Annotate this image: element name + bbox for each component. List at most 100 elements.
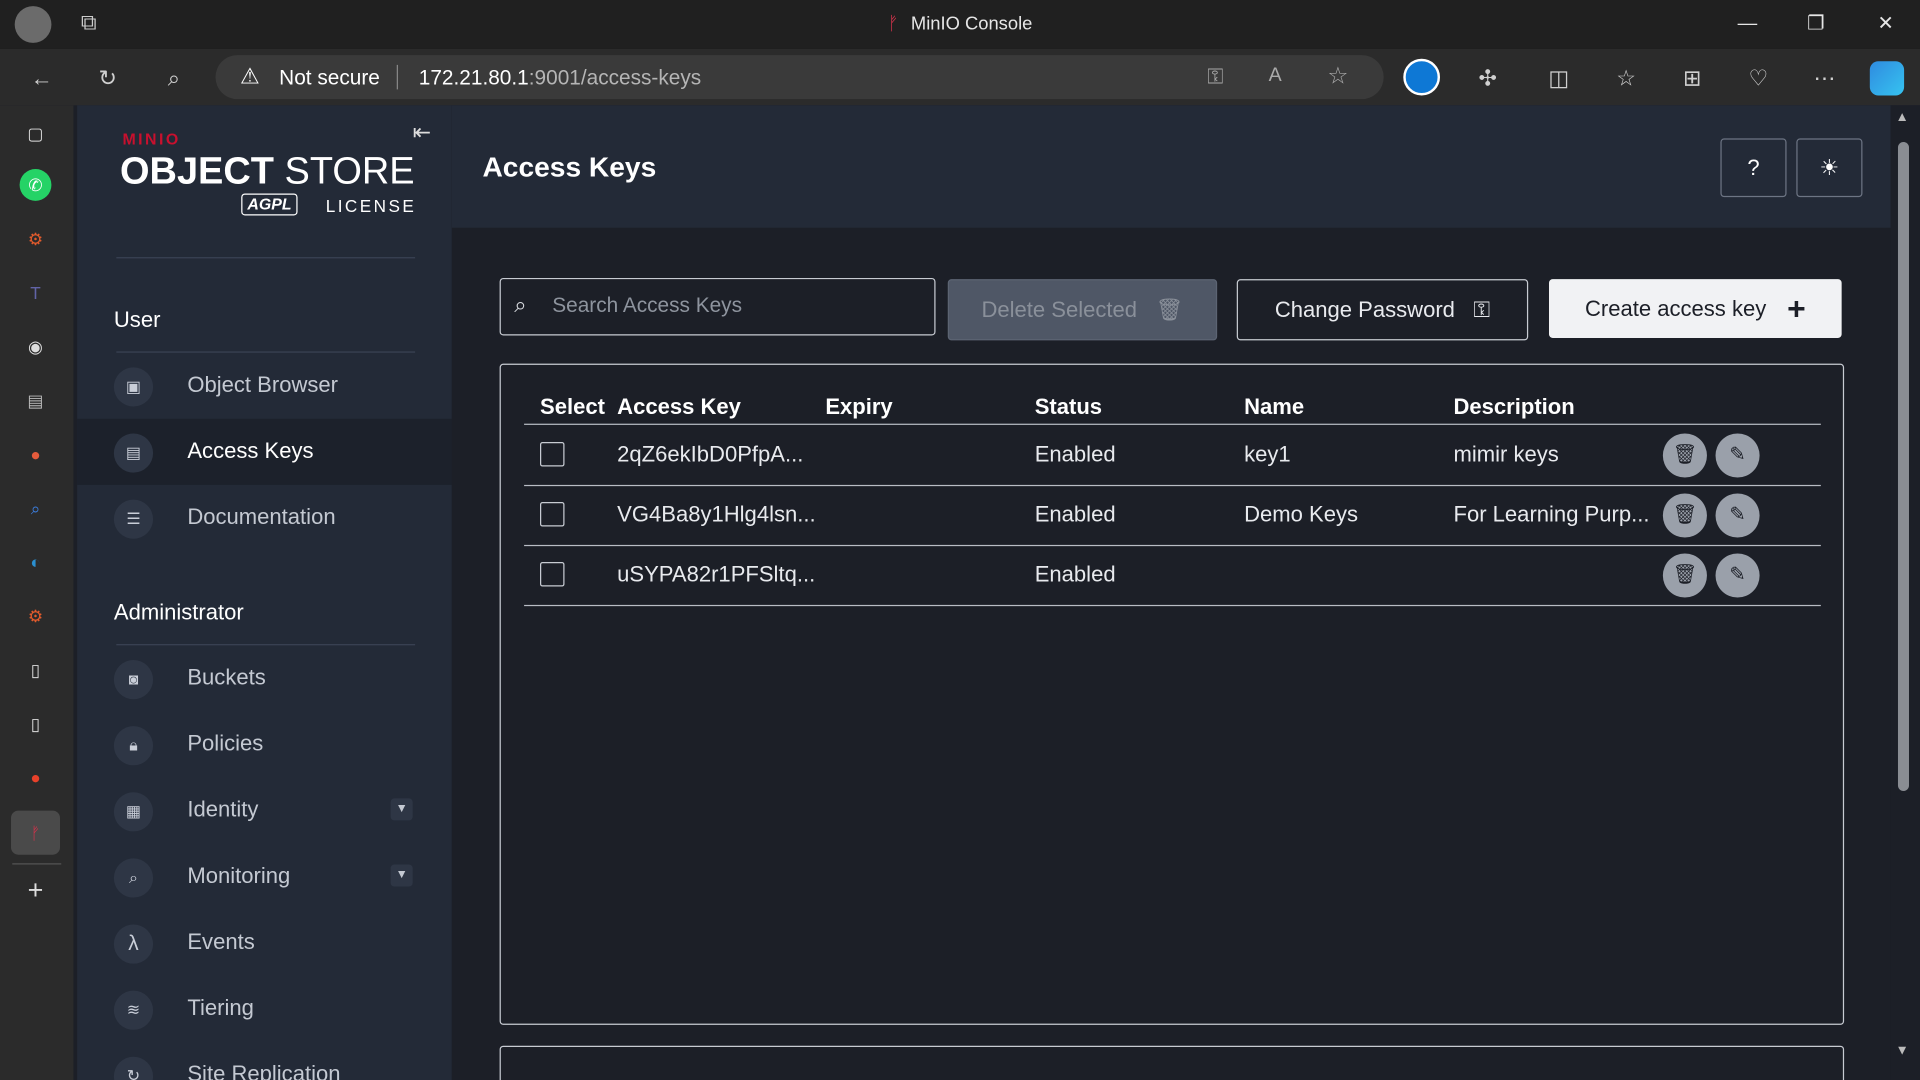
- row-checkbox[interactable]: [540, 502, 565, 527]
- window-title-bar: ⧉ ᚠ MinIO Console — ❐ ✕: [0, 0, 1920, 49]
- delete-row-button[interactable]: 🗑︎: [1662, 433, 1707, 478]
- tab-list-icon[interactable]: ▢: [20, 118, 52, 150]
- app-window-icon[interactable]: ▤: [20, 384, 52, 416]
- github-icon[interactable]: ◉: [20, 331, 52, 363]
- grafana-2-icon[interactable]: ⚙: [20, 600, 52, 632]
- password-key-icon[interactable]: ⚿: [1207, 65, 1223, 89]
- close-window-button[interactable]: ✕: [1859, 10, 1913, 39]
- sidebar-divider: [116, 257, 416, 259]
- address-divider: [396, 64, 398, 90]
- row-checkbox[interactable]: [540, 442, 565, 467]
- edit-row-button[interactable]: ✎: [1715, 433, 1760, 478]
- add-app-icon[interactable]: +: [20, 874, 52, 906]
- column-header-expiry[interactable]: Expiry: [825, 394, 892, 420]
- trash-icon: 🗑︎: [1155, 297, 1184, 323]
- read-aloud-icon[interactable]: A: [1269, 65, 1282, 87]
- restore-button[interactable]: ❐: [1789, 10, 1843, 39]
- browser-app-icon[interactable]: ◐: [20, 546, 52, 578]
- sidebar-item-monitoring[interactable]: ⌕ Monitoring ▼: [77, 844, 452, 910]
- sidebar-item-documentation[interactable]: ☰ Documentation: [77, 485, 452, 551]
- sidebar-item-identity[interactable]: ▦ Identity ▼: [77, 778, 452, 844]
- refresh-icon[interactable]: ↻: [91, 61, 125, 95]
- user-section-title: User: [113, 307, 161, 332]
- search-input[interactable]: [552, 279, 920, 332]
- browser-sidebar: ▢ ✆ ⚙ T ◉ ▤ ● ⌕ ◐ ⚙ ▯ ▯ ● ᚠ +: [0, 105, 74, 1080]
- scrollbar-thumb[interactable]: [1897, 142, 1909, 792]
- edit-row-button[interactable]: ✎: [1715, 493, 1760, 538]
- collapse-sidebar-icon[interactable]: ⇤: [413, 120, 431, 146]
- whatsapp-icon[interactable]: ✆: [19, 168, 52, 201]
- documentation-icon: ☰: [113, 499, 154, 539]
- policy-icon: 🔒︎: [113, 726, 154, 766]
- change-password-label: Change Password: [1274, 297, 1455, 323]
- column-header-description[interactable]: Description: [1453, 394, 1574, 420]
- create-access-key-button[interactable]: Create access key +: [1548, 279, 1842, 338]
- document-icon[interactable]: ▯: [20, 654, 52, 686]
- trash-icon: 🗑︎: [1672, 444, 1698, 466]
- sidebar-item-policies[interactable]: 🔒︎ Policies: [77, 711, 452, 777]
- copilot-icon[interactable]: [1869, 61, 1905, 96]
- sidebar-divider: [12, 863, 62, 865]
- secondary-panel: [499, 1045, 1845, 1080]
- sidebar-item-object-browser[interactable]: ▣ Object Browser: [77, 353, 452, 419]
- split-screen-icon[interactable]: ◫: [1542, 61, 1576, 95]
- sidebar-item-buckets[interactable]: ◙ Buckets: [77, 645, 452, 711]
- monitoring-icon: ⌕: [113, 858, 154, 898]
- main-content: Access Keys ? ☀ ⌕ Delete Selected 🗑︎ Cha…: [451, 105, 1891, 1080]
- delete-row-button[interactable]: 🗑︎: [1662, 553, 1707, 598]
- delete-row-button[interactable]: 🗑︎: [1662, 493, 1707, 538]
- delete-selected-button[interactable]: Delete Selected 🗑︎: [947, 279, 1218, 341]
- table-row[interactable]: uSYPA82r1PFSltq... Enabled 🗑︎ ✎: [524, 545, 1821, 607]
- scroll-down-icon[interactable]: ▼: [1896, 1043, 1909, 1058]
- document-2-icon[interactable]: ▯: [20, 708, 52, 740]
- change-password-button[interactable]: Change Password ⚿: [1236, 279, 1529, 341]
- theme-toggle-button[interactable]: ☀: [1796, 138, 1863, 198]
- sidebar-item-events[interactable]: λ Events: [77, 910, 452, 976]
- page-scrollbar[interactable]: ▲ ▼: [1890, 105, 1920, 1080]
- search-icon[interactable]: ⌕: [157, 61, 191, 95]
- extensions-puzzle-icon[interactable]: ✣: [1471, 61, 1505, 95]
- favorites-icon[interactable]: ☆: [1609, 61, 1643, 95]
- table-row[interactable]: 2qZ6ekIbD0PfpA... Enabled key1 mimir key…: [524, 425, 1821, 487]
- row-checkbox[interactable]: [540, 562, 565, 587]
- edit-row-button[interactable]: ✎: [1715, 553, 1760, 598]
- url-text[interactable]: 172.21.80.1:9001/access-keys: [419, 66, 701, 90]
- search-app-icon[interactable]: ⌕: [20, 492, 52, 524]
- sidebar-item-label: Site Replication: [187, 1061, 341, 1080]
- sidebar-item-tiering[interactable]: ≋ Tiering: [77, 976, 452, 1042]
- administrator-section-title: Administrator: [113, 600, 244, 625]
- grafana-icon[interactable]: ⚙: [20, 223, 52, 255]
- back-icon[interactable]: ←: [24, 61, 58, 95]
- sidebar-item-label: Access Keys: [187, 438, 314, 463]
- minio-app-icon[interactable]: ᚠ: [11, 810, 61, 855]
- scroll-up-icon[interactable]: ▲: [1896, 110, 1909, 125]
- postman-icon[interactable]: ●: [20, 438, 52, 470]
- address-bar[interactable]: ⚠ Not secure 172.21.80.1:9001/access-key…: [215, 55, 1384, 100]
- gitlab-icon[interactable]: ●: [20, 762, 52, 794]
- status-cell: Enabled: [1034, 502, 1116, 527]
- search-field[interactable]: ⌕: [499, 277, 936, 336]
- bucket-icon: ◙: [113, 660, 154, 700]
- sidebar-item-label: Policies: [187, 731, 264, 756]
- browser-essentials-icon[interactable]: ♡: [1741, 61, 1775, 95]
- teams-icon[interactable]: T: [20, 277, 52, 309]
- help-button[interactable]: ?: [1720, 138, 1787, 198]
- sidebar-item-site-replication[interactable]: ↻ Site Replication: [77, 1042, 452, 1080]
- sidebar-item-access-keys[interactable]: ▤ Access Keys: [77, 418, 452, 485]
- description-cell: For Learning Purp...: [1453, 502, 1650, 527]
- column-header-access-key[interactable]: Access Key: [617, 394, 741, 420]
- tiering-icon: ≋: [113, 990, 154, 1030]
- chevron-down-icon[interactable]: ▼: [390, 864, 413, 887]
- chevron-down-icon[interactable]: ▼: [390, 798, 413, 821]
- collections-icon[interactable]: ⊞: [1675, 61, 1709, 95]
- extension-icon[interactable]: [1403, 58, 1441, 96]
- minimize-button[interactable]: —: [1720, 10, 1774, 39]
- column-header-status[interactable]: Status: [1035, 394, 1102, 420]
- favorite-star-icon[interactable]: ☆: [1327, 62, 1348, 90]
- more-options-icon[interactable]: ⋯: [1807, 61, 1841, 95]
- sidebar-item-label: Monitoring: [187, 863, 291, 888]
- column-header-name[interactable]: Name: [1244, 394, 1304, 420]
- table-row[interactable]: VG4Ba8y1Hlg4lsn... Enabled Demo Keys For…: [524, 485, 1821, 547]
- security-label[interactable]: Not secure: [279, 66, 380, 90]
- sidebar-item-label: Buckets: [187, 664, 266, 690]
